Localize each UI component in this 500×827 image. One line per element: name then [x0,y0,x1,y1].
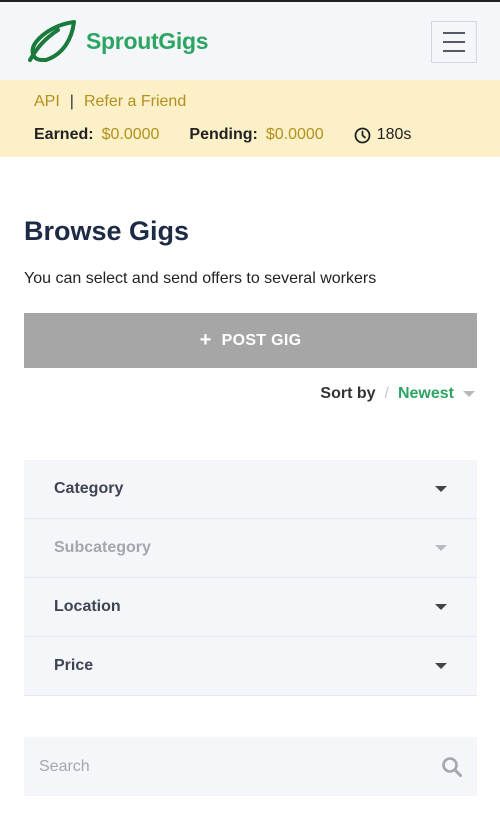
timer: 180s [354,126,412,144]
search-icon[interactable] [441,756,463,778]
leaf-icon [28,20,76,62]
sort-label: Sort by [320,385,376,402]
chevron-down-icon [435,604,447,610]
filter-label: Category [54,480,124,497]
filter-label: Location [54,598,121,615]
clock-icon [354,127,371,143]
sort-control[interactable]: Sort by / Newest [320,385,475,403]
page-title: Browse Gigs [24,216,190,246]
chevron-down-icon [435,545,447,551]
chevron-down-icon [463,391,475,397]
account-info-bar: API | Refer a Friend Earned: $0.0000 Pen… [0,80,500,157]
sort-value[interactable]: Newest [398,385,454,403]
page-subtitle: You can select and send offers to severa… [24,270,377,287]
search-input[interactable] [39,757,441,776]
chevron-down-icon [435,486,447,492]
hamburger-icon [443,32,465,34]
search-box [24,737,477,796]
brand-name: SproutGigs [86,27,209,54]
earned-label: Earned: [34,126,94,143]
pending-value: $0.0000 [265,126,324,143]
sort-separator: / [384,385,389,402]
filter-list: Category Subcategory Location Price [24,460,477,696]
link-separator: | [69,93,74,110]
filter-subcategory: Subcategory [24,519,477,578]
filter-price[interactable]: Price [24,637,477,696]
post-gig-button[interactable]: + POST GIG [24,313,477,368]
filter-category[interactable]: Category [24,460,477,519]
brand-logo[interactable]: SproutGigs [24,20,209,62]
menu-toggle-button[interactable] [431,21,477,63]
filter-label: Price [54,657,94,674]
filter-label: Subcategory [54,539,151,556]
timer-value: 180s [376,126,412,143]
pending-label: Pending: [189,126,258,143]
refer-friend-link[interactable]: Refer a Friend [84,93,186,111]
top-navbar: SproutGigs [0,0,500,80]
api-link[interactable]: API [34,93,60,111]
post-gig-label: POST GIG [221,331,302,349]
filter-location[interactable]: Location [24,578,477,637]
chevron-down-icon [435,663,447,669]
plus-icon: + [199,329,212,351]
earned-value: $0.0000 [101,126,160,143]
